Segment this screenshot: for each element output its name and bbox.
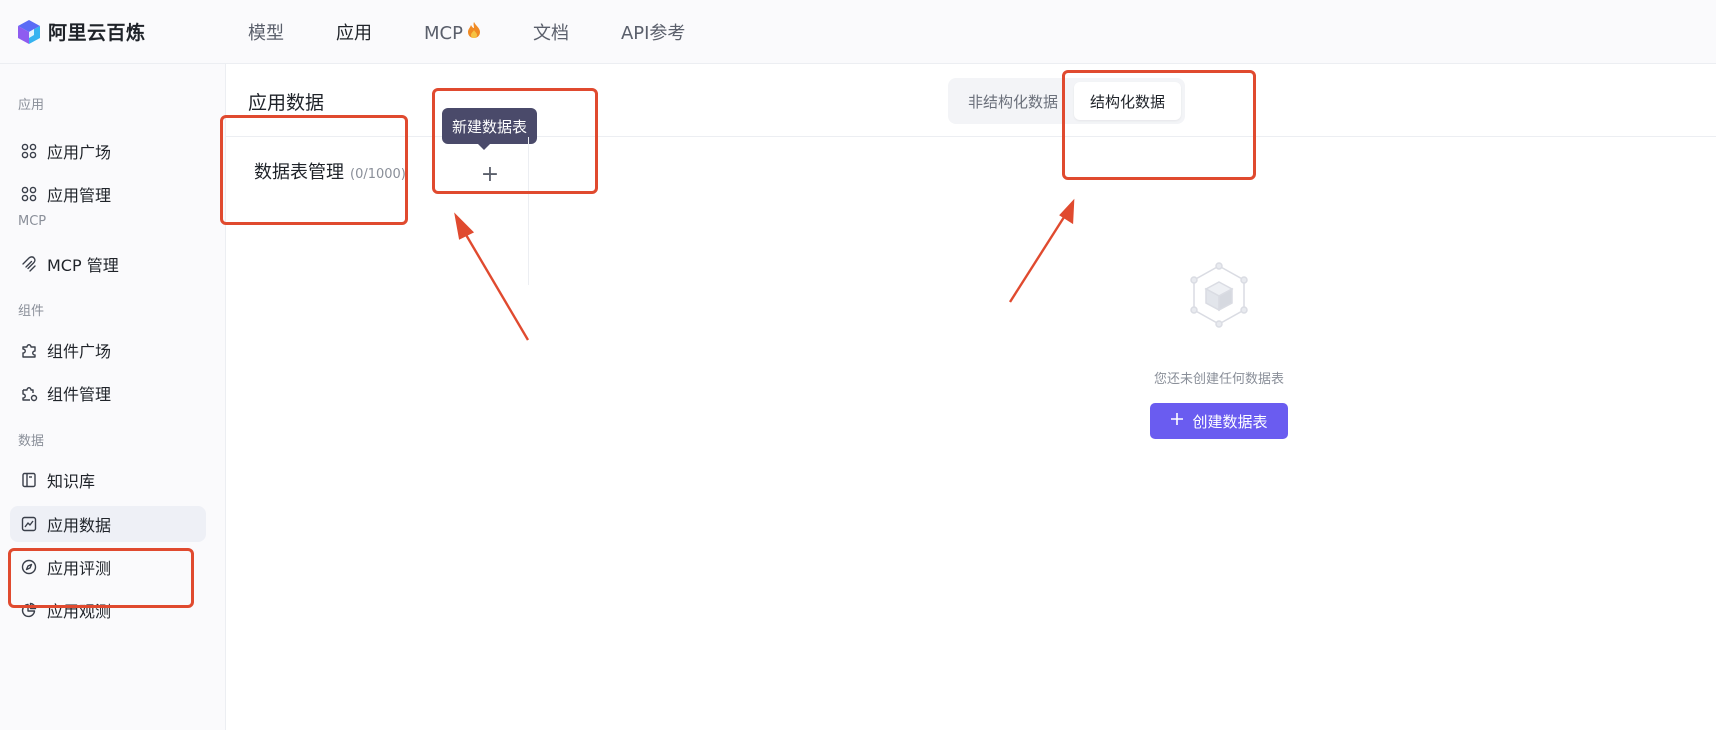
sidebar-group-data: 数据 xyxy=(18,434,45,449)
sidebar-group-app: 应用 xyxy=(18,98,45,113)
empty-state-text: 您还未创建任何数据表 xyxy=(1153,372,1284,387)
sidebar-item-label: 组件广场 xyxy=(47,342,112,361)
create-table-label: 创建数据表 xyxy=(1192,412,1268,431)
book-icon xyxy=(20,471,38,489)
sidebar-item-label: 应用数据 xyxy=(47,516,112,535)
nav-item-docs[interactable]: 文档 xyxy=(533,19,569,45)
flame-icon xyxy=(467,21,481,44)
sidebar-item-app-square[interactable]: 应用广场 xyxy=(10,133,206,169)
sidebar-item-label: 知识库 xyxy=(47,472,96,491)
tab-unstructured-data[interactable]: 非结构化数据 xyxy=(952,82,1074,120)
annotation-box-structured-tab xyxy=(1062,70,1256,180)
sidebar-item-label: 组件管理 xyxy=(47,385,112,404)
sidebar: 应用 应用广场 应用管理 MCP MCP 管理 组件 组件广场 组件管理 数据 … xyxy=(0,64,226,730)
sidebar-item-component-manage[interactable]: 组件管理 xyxy=(10,375,206,411)
empty-cube-icon xyxy=(1184,260,1254,330)
logo[interactable]: 阿里云百炼 xyxy=(16,18,146,45)
app-grid-icon xyxy=(20,142,38,160)
plus-icon xyxy=(1170,412,1184,430)
annotation-box-table-heading xyxy=(220,115,408,225)
nav-item-api-reference[interactable]: API参考 xyxy=(621,19,685,45)
sidebar-item-app-data[interactable]: 应用数据 xyxy=(10,506,206,542)
sidebar-group-component: 组件 xyxy=(18,304,45,319)
nav-item-apps[interactable]: 应用 xyxy=(336,19,372,45)
nav-item-mcp-label: MCP xyxy=(424,22,463,44)
annotation-box-add-button xyxy=(432,88,598,194)
sidebar-group-mcp: MCP xyxy=(18,214,47,229)
annotation-box-app-data xyxy=(8,548,194,608)
empty-state: 您还未创建任何数据表 创建数据表 xyxy=(1136,260,1302,439)
nav-item-mcp[interactable]: MCP xyxy=(424,21,481,44)
nav-item-models[interactable]: 模型 xyxy=(248,19,284,45)
sidebar-item-label: MCP 管理 xyxy=(47,256,119,275)
app-grid-icon xyxy=(20,185,38,203)
sidebar-item-component-square[interactable]: 组件广场 xyxy=(10,332,206,368)
logo-text: 阿里云百炼 xyxy=(48,22,146,44)
chart-line-icon xyxy=(20,515,38,533)
top-bar: 阿里云百炼 模型 应用 MCP 文档 API参考 xyxy=(0,0,1716,64)
puzzle-icon xyxy=(20,341,38,359)
puzzle-gear-icon xyxy=(20,384,38,402)
sidebar-item-mcp-manage[interactable]: MCP 管理 xyxy=(10,246,206,282)
sidebar-item-knowledge-base[interactable]: 知识库 xyxy=(10,462,206,498)
bailian-logo-icon xyxy=(16,19,42,45)
top-nav: 模型 应用 MCP 文档 API参考 xyxy=(248,0,737,64)
sidebar-item-app-manage[interactable]: 应用管理 xyxy=(10,176,206,212)
page-title: 应用数据 xyxy=(248,92,325,114)
mcp-icon xyxy=(20,255,38,273)
sidebar-item-label: 应用广场 xyxy=(47,143,112,162)
sidebar-item-label: 应用管理 xyxy=(47,186,112,205)
create-table-button[interactable]: 创建数据表 xyxy=(1150,403,1288,439)
